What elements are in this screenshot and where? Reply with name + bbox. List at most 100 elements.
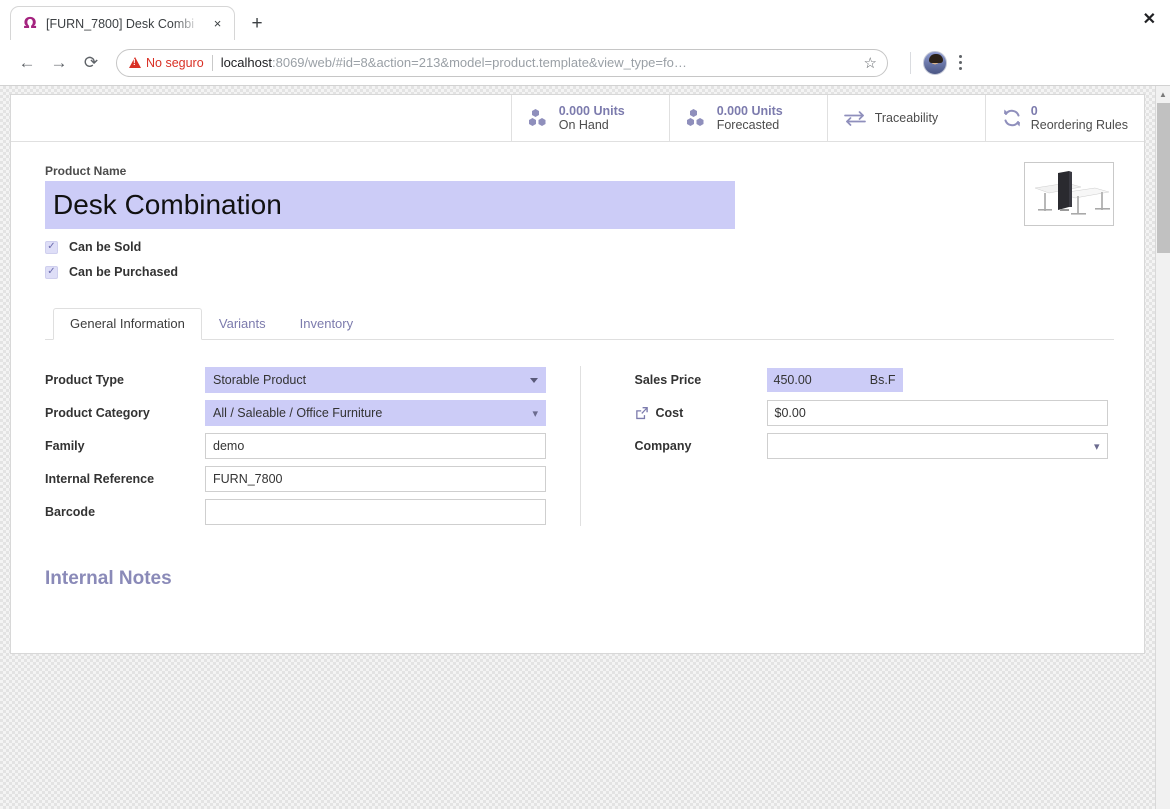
- sales-price-label: Sales Price: [634, 373, 702, 387]
- can-be-sold-checkbox[interactable]: ✓: [45, 240, 58, 254]
- divider: [910, 51, 911, 74]
- stat-text: 0.000 Units Forecasted: [717, 104, 783, 133]
- scroll-up-arrow-icon[interactable]: ▲: [1156, 86, 1170, 102]
- stat-text: 0 Reordering Rules: [1031, 104, 1128, 133]
- stat-buttons-bar: 0.000 Units On Hand 0.000 Units Forecast…: [11, 95, 1144, 142]
- stat-button-on-hand[interactable]: 0.000 Units On Hand: [510, 95, 669, 141]
- stat-value: 0.000 Units: [716, 103, 783, 118]
- new-tab-button[interactable]: +: [243, 9, 271, 37]
- product-category-value: All / Saleable / Office Furniture ▾: [205, 400, 580, 426]
- chevron-down-icon: [530, 377, 538, 383]
- cost-label: Cost: [655, 406, 684, 420]
- product-category-select[interactable]: All / Saleable / Office Furniture ▾: [205, 400, 546, 426]
- window-close-button[interactable]: ✕: [1143, 12, 1156, 28]
- scrollbar-thumb[interactable]: [1157, 103, 1170, 253]
- external-link-icon[interactable]: [635, 406, 649, 420]
- tab-strip: Ω [FURN_7800] Desk Combi × + ✕: [0, 0, 1170, 40]
- cost-label-wrap: Cost: [621, 406, 767, 420]
- sales-price-input[interactable]: 450.00 Bs.F: [766, 368, 903, 392]
- url-path: :8069/web/#id=8&action=213&model=product…: [272, 55, 687, 70]
- product-name-input[interactable]: Desk Combination: [45, 181, 735, 229]
- desk-combination-photo: [1025, 163, 1113, 225]
- product-category-selected: All / Saleable / Office Furniture: [213, 406, 383, 420]
- form-fields-grid: Product Type Storable Product Product Ca…: [45, 366, 1114, 526]
- address-bar[interactable]: No seguro localhost:8069/web/#id=8&actio…: [116, 48, 888, 77]
- product-type-select[interactable]: Storable Product: [205, 367, 546, 393]
- family-label: Family: [45, 439, 85, 453]
- cubes-icon: [686, 108, 708, 128]
- back-icon[interactable]: ←: [12, 48, 42, 78]
- notebook-tabs: General Information Variants Inventory: [45, 307, 1114, 340]
- stat-label: Forecasted: [716, 118, 780, 132]
- company-value: ▾: [766, 433, 1115, 459]
- vertical-scrollbar[interactable]: ▲: [1155, 86, 1170, 809]
- stat-text: 0.000 Units On Hand: [559, 104, 625, 133]
- tab-variants[interactable]: Variants: [202, 308, 283, 340]
- can-be-purchased-row: ✓ Can be Purchased: [45, 265, 1114, 279]
- security-status[interactable]: No seguro: [129, 56, 204, 70]
- cubes-icon: [528, 108, 550, 128]
- stat-button-reordering-rules[interactable]: 0 Reordering Rules: [984, 95, 1144, 141]
- field-internal-reference: Internal Reference FURN_7800: [45, 465, 580, 493]
- stat-label: Reordering Rules: [1030, 118, 1128, 132]
- cost-input[interactable]: $0.00: [766, 400, 1108, 426]
- stat-label: Traceability: [874, 111, 939, 125]
- family-input[interactable]: demo: [205, 433, 546, 459]
- kebab-menu-icon[interactable]: [953, 55, 968, 70]
- product-category-label: Product Category: [45, 406, 150, 420]
- can-be-purchased-label: Can be Purchased: [69, 265, 179, 279]
- field-company: Company ▾: [621, 432, 1115, 460]
- field-cost: Cost $0.00: [621, 399, 1115, 427]
- can-be-purchased-checkbox[interactable]: ✓: [45, 265, 58, 279]
- tab-general-information[interactable]: General Information: [53, 308, 202, 340]
- browser-window: Ω [FURN_7800] Desk Combi × + ✕ ← → ⟳ No …: [0, 0, 1170, 809]
- browser-tab[interactable]: Ω [FURN_7800] Desk Combi ×: [10, 6, 235, 40]
- internal-reference-label: Internal Reference: [45, 472, 155, 486]
- cost-value: $0.00: [766, 400, 1115, 426]
- product-type-label: Product Type: [45, 373, 124, 387]
- barcode-input[interactable]: [205, 499, 546, 525]
- form-column-right: Sales Price 450.00 Bs.F Cost $0.00 Compa…: [579, 366, 1115, 526]
- internal-notes-placeholder[interactable]: Internal Notes: [45, 568, 1114, 590]
- chrome-profile-avatar[interactable]: [923, 50, 947, 75]
- divider: [211, 54, 213, 71]
- field-product-type: Product Type Storable Product: [45, 366, 580, 394]
- close-icon[interactable]: ×: [209, 15, 226, 32]
- sales-price-currency: Bs.F: [869, 373, 896, 387]
- internal-reference-input[interactable]: FURN_7800: [205, 466, 546, 492]
- bookmark-star-icon[interactable]: ☆: [864, 54, 877, 72]
- stat-value: 0: [1030, 103, 1038, 118]
- can-be-sold-label: Can be Sold: [69, 240, 142, 254]
- can-be-sold-row: ✓ Can be Sold: [45, 240, 1114, 254]
- chevron-down-icon: ▾: [1093, 440, 1100, 453]
- exchange-arrows-icon: [843, 110, 866, 126]
- barcode-label: Barcode: [45, 505, 96, 519]
- family-value: demo: [205, 433, 580, 459]
- company-label: Company: [634, 439, 692, 453]
- internal-reference-value: FURN_7800: [205, 466, 580, 492]
- tab-title: [FURN_7800] Desk Combi: [46, 16, 194, 31]
- company-select[interactable]: ▾: [766, 433, 1108, 459]
- url-text: localhost:8069/web/#id=8&action=213&mode…: [221, 55, 856, 70]
- reload-icon[interactable]: ⟳: [76, 48, 106, 78]
- browser-toolbar: ← → ⟳ No seguro localhost:8069/web/#id=8…: [0, 40, 1170, 86]
- stat-button-traceability[interactable]: Traceability: [826, 95, 985, 141]
- field-sales-price: Sales Price 450.00 Bs.F: [621, 366, 1115, 394]
- odoo-logo-icon: Ω: [23, 14, 37, 32]
- form-column-left: Product Type Storable Product Product Ca…: [45, 366, 580, 526]
- product-type-value: Storable Product: [205, 367, 580, 393]
- sales-price-amount: 450.00: [773, 373, 812, 387]
- field-product-category: Product Category All / Saleable / Office…: [45, 399, 580, 427]
- tab-inventory[interactable]: Inventory: [283, 308, 370, 340]
- security-label: No seguro: [146, 55, 204, 70]
- product-type-selected: Storable Product: [213, 373, 307, 387]
- url-host: localhost: [220, 55, 272, 70]
- form-body: Product Name Desk Combination ✓ Can be S…: [11, 142, 1144, 600]
- field-family: Family demo: [45, 432, 580, 460]
- stat-button-forecasted[interactable]: 0.000 Units Forecasted: [668, 95, 827, 141]
- product-image[interactable]: [1024, 162, 1114, 226]
- forward-icon[interactable]: →: [44, 48, 74, 78]
- stat-value: 0.000 Units: [558, 103, 625, 118]
- sales-price-value: 450.00 Bs.F: [766, 368, 1115, 392]
- product-name-label: Product Name: [45, 164, 127, 178]
